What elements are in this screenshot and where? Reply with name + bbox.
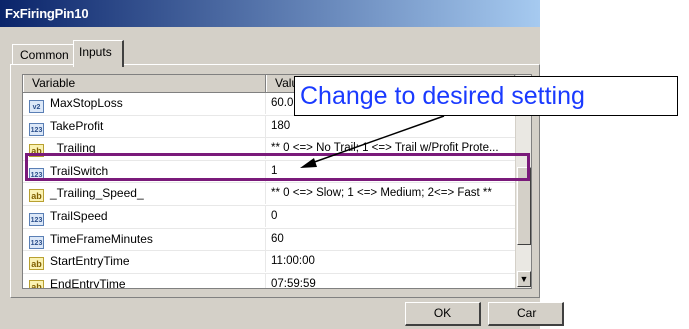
annotation-arrow [300,115,445,168]
